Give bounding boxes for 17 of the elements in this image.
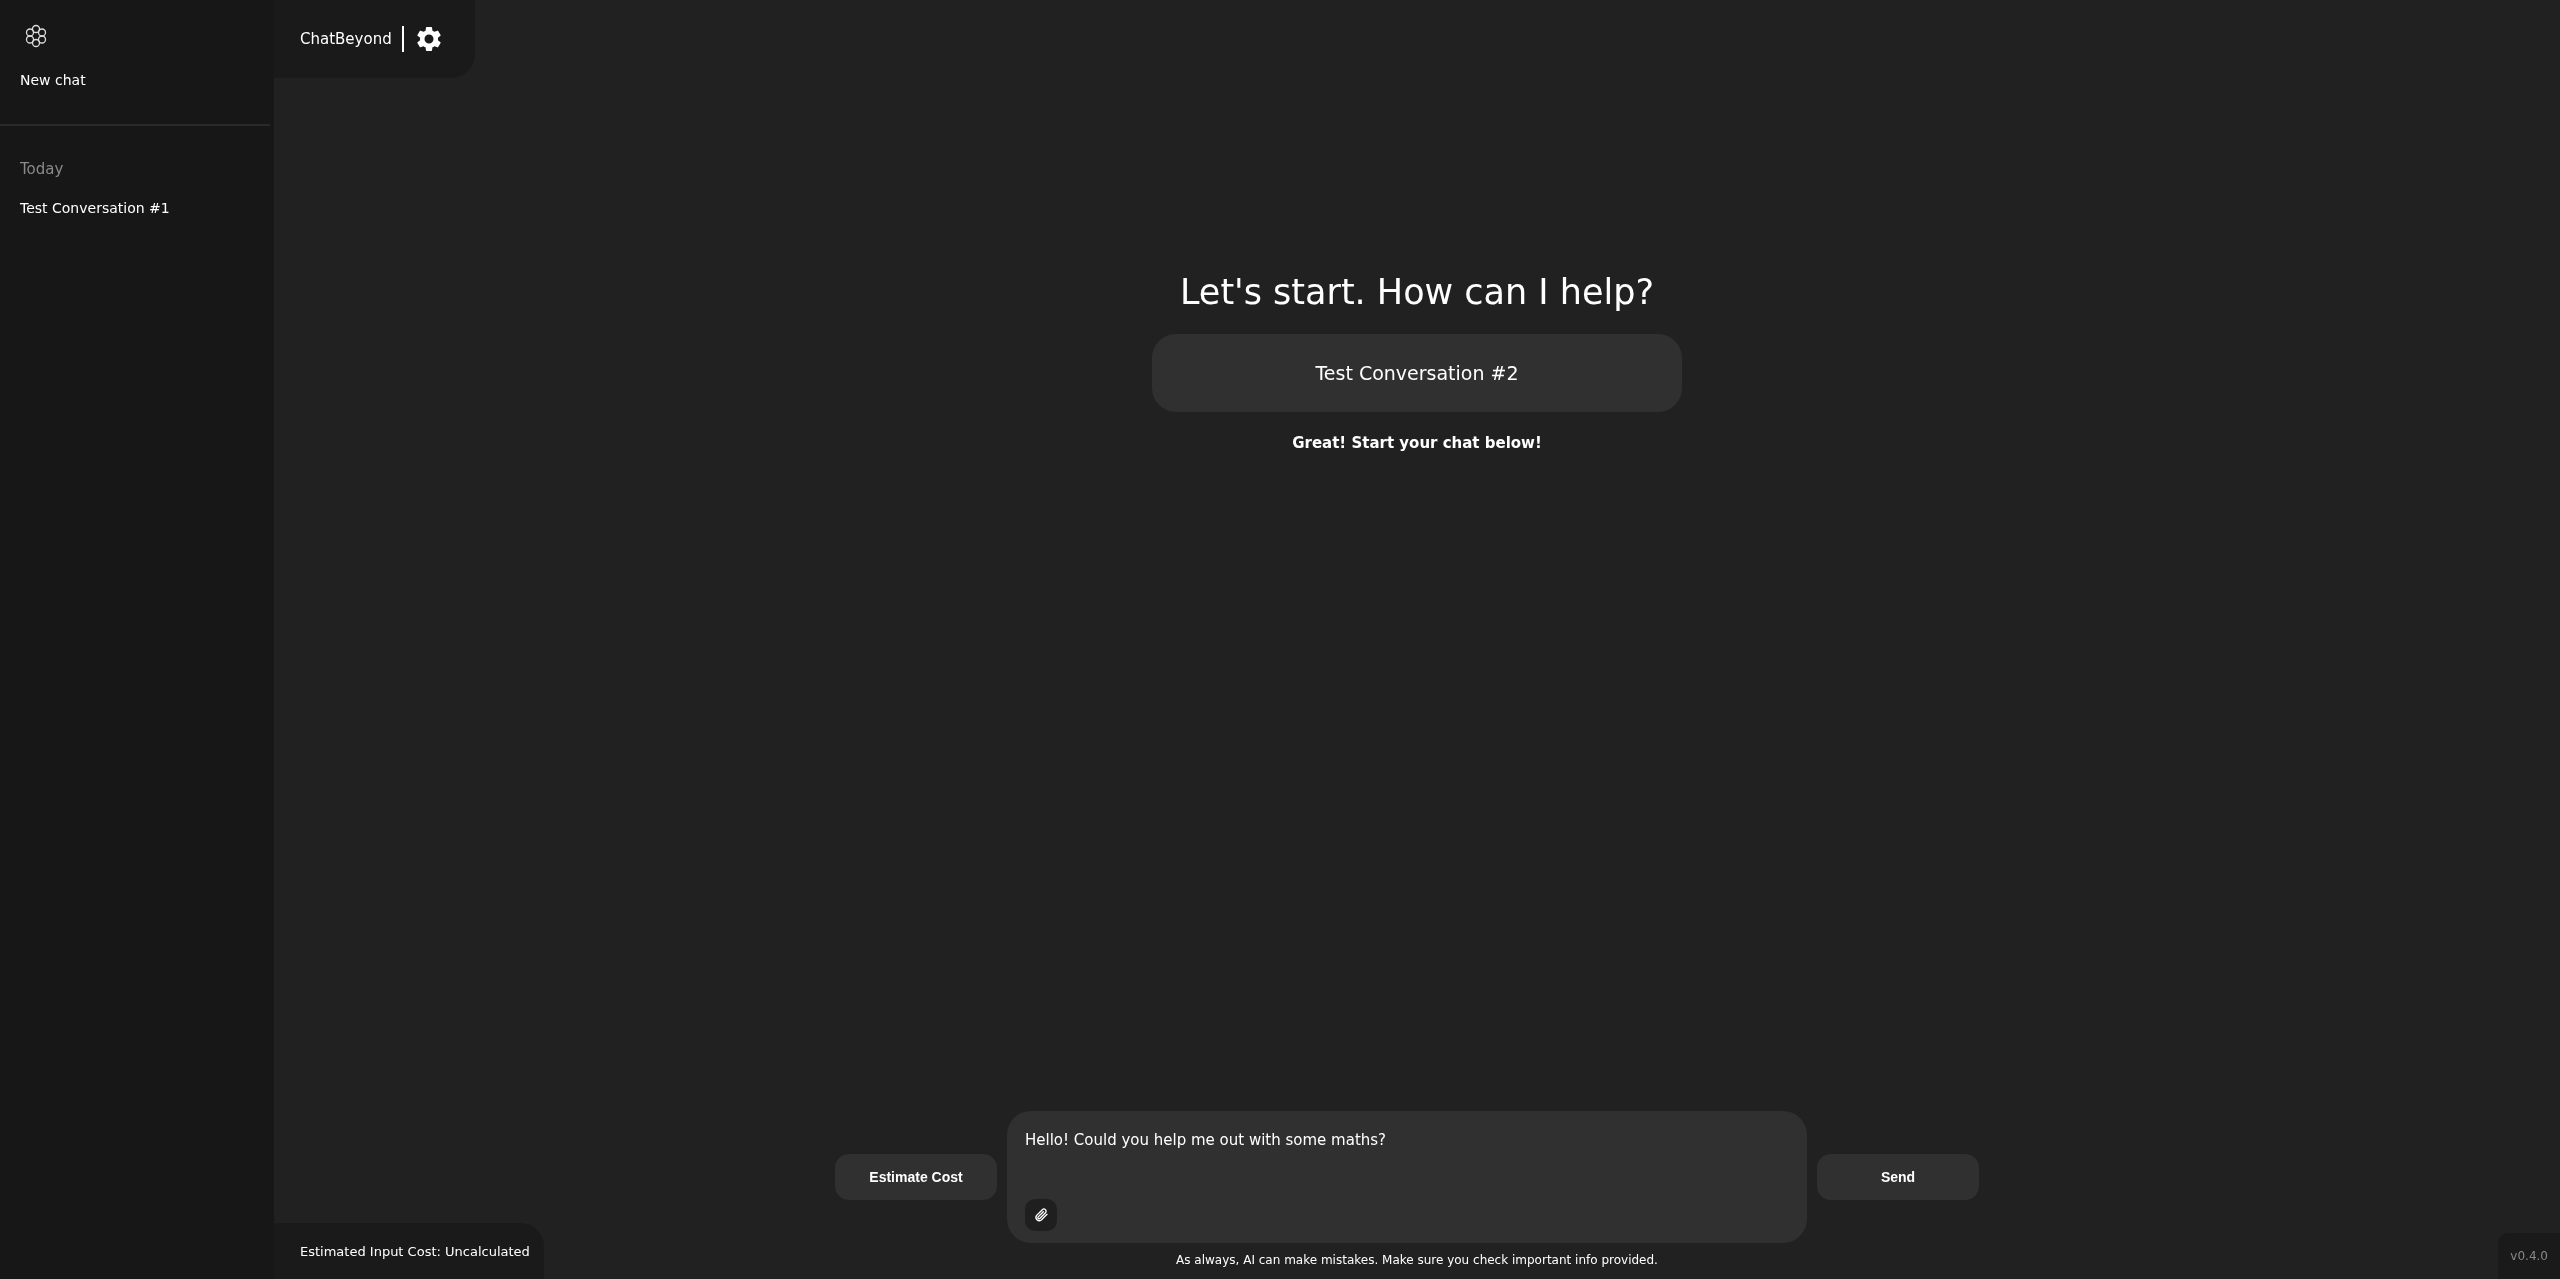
app-title: ChatBeyond	[300, 30, 392, 48]
version-label: v0.4.0	[2498, 1233, 2560, 1279]
paperclip-icon	[1033, 1207, 1049, 1223]
new-chat-link[interactable]: New chat	[20, 72, 86, 88]
estimate-cost-button[interactable]: Estimate Cost	[835, 1154, 997, 1200]
atom-flower-icon[interactable]	[24, 24, 48, 48]
message-input[interactable]: Hello! Could you help me out with some maths?	[1007, 1111, 1807, 1243]
send-button[interactable]: Send	[1817, 1154, 1979, 1200]
conversation-title-field[interactable]: Test Conversation #2	[1152, 334, 1682, 412]
section-heading: Today	[20, 160, 64, 178]
welcome-heading: Let's start. How can I help?	[1179, 272, 1655, 312]
prompt-text: Great! Start your chat below!	[1292, 434, 1542, 452]
disclaimer-text: As always, AI can make mistakes. Make sure you check important info provided.	[1176, 1253, 1658, 1267]
cost-label: Estimated Input Cost: Uncalculated	[274, 1223, 544, 1279]
message-text: Hello! Could you help me out with some maths?	[1025, 1131, 1387, 1149]
conversation-item[interactable]: Test Conversation #1	[20, 200, 170, 216]
attach-button[interactable]	[1025, 1199, 1057, 1231]
